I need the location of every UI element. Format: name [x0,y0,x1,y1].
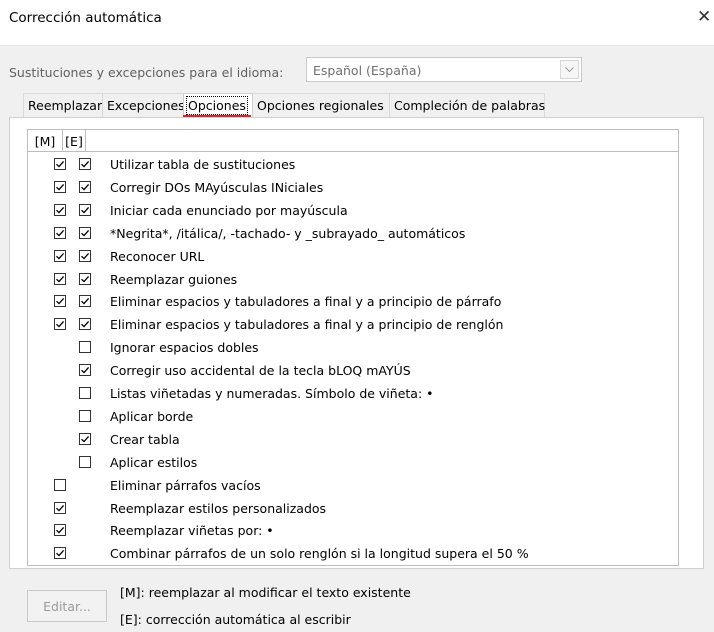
option-row[interactable]: Corregir DOs MAyúsculas INiciales [28,176,678,199]
option-row[interactable]: Listas viñetadas y numeradas. Símbolo de… [28,382,678,405]
checkbox-m[interactable] [54,295,66,308]
option-row[interactable]: Crear tabla [28,428,678,451]
language-select[interactable]: Español (España) [306,57,582,82]
option-label: Reemplazar estilos personalizados [110,500,327,516]
tab-opciones[interactable]: Opciones [183,93,253,117]
checkbox-e[interactable] [79,387,91,399]
option-label: Combinar párrafos de un solo renglón si … [110,546,529,562]
checkbox-m[interactable] [54,501,66,514]
checkbox-m[interactable] [54,203,66,216]
option-row[interactable]: Ignorar espacios dobles [28,336,678,359]
tab-reemplazar[interactable]: Reemplazar [23,93,103,117]
legend-m: [M]: reemplazar al modificar el texto ex… [120,585,411,600]
legend-e: [E]: corrección automática al escribir [120,612,351,627]
checkbox-e[interactable] [79,272,91,285]
option-row[interactable]: Eliminar espacios y tabuladores a final … [28,290,678,313]
option-label: Eliminar espacios y tabuladores a final … [110,294,502,310]
checkbox-e[interactable] [79,158,91,170]
option-label: Corregir DOs MAyúsculas INiciales [110,179,324,195]
checkbox-e[interactable] [79,295,91,308]
chevron-down-icon[interactable] [560,60,579,79]
tab-opciones-regionales[interactable]: Opciones regionales [252,93,390,117]
checkbox-m[interactable] [54,318,66,331]
option-row[interactable]: Combinar párrafos de un solo renglón si … [28,542,678,565]
checkbox-e[interactable] [79,203,91,216]
checkbox-m[interactable] [54,524,66,537]
option-label: Reconocer URL [110,248,205,264]
tab-label: Opciones [186,96,248,115]
checkbox-e[interactable] [79,318,91,331]
column-header-e: [E] [63,130,86,152]
checkbox-e[interactable] [79,180,91,193]
option-label: Reemplazar guiones [110,271,238,287]
checkbox-e[interactable] [79,455,91,468]
option-row[interactable]: *Negrita*, /itálica/, -tachado- y _subra… [28,222,678,245]
options-list: [M] [E] Utilizar tabla de sustituciones C… [27,129,679,566]
checkbox-e[interactable] [79,341,91,354]
option-row[interactable]: Aplicar borde [28,405,678,428]
tab-label: Reemplazar [28,98,103,113]
checkbox-m[interactable] [54,547,66,560]
language-selected-value: Español (España) [313,63,422,78]
option-row[interactable]: Eliminar espacios y tabuladores a final … [28,313,678,336]
option-label: Aplicar estilos [110,454,198,470]
checkbox-e[interactable] [79,226,91,239]
checkbox-e[interactable] [79,364,91,377]
option-label: Eliminar espacios y tabuladores a final … [110,317,504,333]
option-label: Eliminar párrafos vacíos [110,477,261,493]
close-icon[interactable]: ✕ [697,7,711,27]
checkbox-m[interactable] [54,226,66,239]
checkbox-m[interactable] [54,272,66,285]
option-row[interactable]: Aplicar estilos [28,451,678,474]
option-row[interactable]: Reemplazar guiones [28,268,678,291]
option-label: Ignorar espacios dobles [110,340,259,356]
column-header-m: [M] [28,130,63,152]
option-row[interactable]: Iniciar cada enunciado por mayúscula [28,199,678,222]
tab-complecion-de-palabras[interactable]: Compleción de palabras [389,93,545,117]
tab-bar: Reemplazar Excepciones Opciones Opciones… [0,93,714,117]
option-label: Reemplazar viñetas por: • [110,523,274,539]
option-row[interactable]: Utilizar tabla de sustituciones [28,153,678,176]
tab-label: Opciones regionales [257,98,384,113]
window-title: Corrección automática [9,10,162,26]
option-label: Crear tabla [110,431,180,447]
option-row[interactable]: Eliminar párrafos vacíos [28,474,678,497]
option-label: Aplicar borde [110,408,194,424]
column-header-option [86,130,678,152]
tab-label: Excepciones [107,98,185,113]
active-tab-marker [183,115,251,117]
option-row[interactable]: Reemplazar viñetas por: • [28,519,678,542]
edit-button[interactable]: Editar... [27,590,107,622]
checkbox-e[interactable] [79,432,91,445]
checkbox-m[interactable] [54,158,66,170]
option-label: Corregir uso accidental de la tecla bLOQ… [110,363,411,379]
option-row[interactable]: Reemplazar estilos personalizados [28,497,678,520]
option-label: Utilizar tabla de sustituciones [110,157,296,172]
option-label: *Negrita*, /itálica/, -tachado- y _subra… [110,225,466,241]
checkbox-e[interactable] [79,409,91,422]
checkbox-m[interactable] [54,249,66,262]
checkbox-m[interactable] [54,180,66,193]
tab-excepciones[interactable]: Excepciones [102,93,185,117]
option-row[interactable]: Reconocer URL [28,245,678,268]
option-label: Iniciar cada enunciado por mayúscula [110,202,348,218]
option-row[interactable]: Corregir uso accidental de la tecla bLOQ… [28,359,678,382]
option-label: Listas viñetadas y numeradas. Símbolo de… [110,386,434,401]
language-row: Sustituciones y excepciones para el idio… [0,45,714,98]
title-bar: Corrección automática ✕ [0,0,714,34]
tab-label: Compleción de palabras [394,98,546,113]
checkbox-e[interactable] [79,249,91,262]
checkbox-m[interactable] [54,478,66,491]
language-label: Sustituciones y excepciones para el idio… [9,65,284,80]
